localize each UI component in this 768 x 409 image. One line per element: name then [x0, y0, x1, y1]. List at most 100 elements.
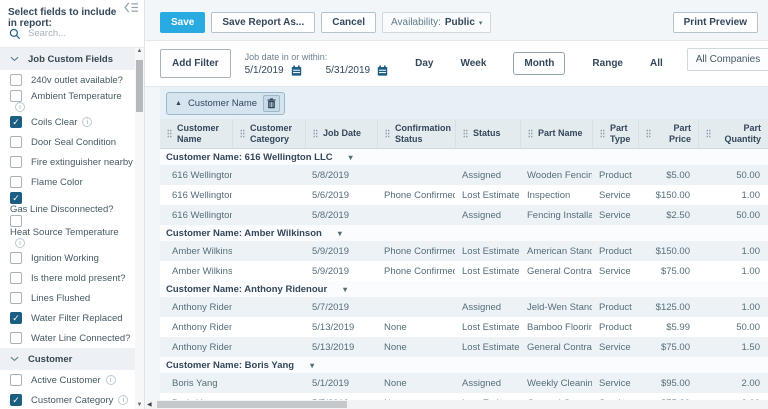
report-fields-sidebar: Select fields to include in report: Job …	[0, 0, 145, 409]
drag-handle-icon[interactable]	[313, 129, 318, 138]
sidebar-scrollbar[interactable]: ▲ ▼	[135, 48, 144, 409]
drag-handle-icon[interactable]	[600, 129, 605, 138]
group-header[interactable]: Customer Name: Amber Wilkinson ▾	[160, 225, 768, 241]
column-header-part-type[interactable]: Part Type	[592, 119, 638, 148]
checkbox-lines-flushed[interactable]	[10, 292, 22, 304]
section-header-customer[interactable]: Customer	[0, 348, 135, 370]
field-item-customer-category[interactable]: ✓ Customer Category i	[0, 390, 135, 409]
scroll-left-icon[interactable]: ◀	[145, 401, 154, 408]
column-header-confirmation-status[interactable]: Confirmation Status	[377, 119, 455, 148]
field-item-lines-flushed[interactable]: Lines Flushed	[0, 288, 135, 308]
checkbox-gas-line-disconnected[interactable]: ✓	[10, 192, 22, 204]
save-button[interactable]: Save	[160, 12, 206, 33]
drag-handle-icon[interactable]	[646, 129, 651, 138]
checkbox-is-there-mold-present[interactable]	[10, 272, 22, 284]
column-header-part-name[interactable]: Part Name	[520, 119, 592, 148]
checkbox-flame-color[interactable]	[10, 176, 22, 188]
drag-handle-icon[interactable]	[463, 129, 468, 138]
field-item-ignition-working[interactable]: Ignition Working	[0, 248, 135, 268]
table-row[interactable]: 616 Wellington LLC 5/8/2019 Assigned Wooden…	[160, 165, 768, 185]
chevron-down-icon[interactable]: ▾	[343, 285, 347, 294]
column-header-part-price[interactable]: Part Price	[638, 119, 698, 148]
field-item-ambient-temperature[interactable]: Ambient Temperature i	[0, 90, 135, 112]
availability-dropdown[interactable]: Availability: Public ▾	[382, 12, 492, 33]
checkbox-customer-category[interactable]: ✓	[10, 394, 22, 406]
table-row[interactable]: Amber Wilkinson 5/9/2019 Phone Confirmed Lo…	[160, 241, 768, 261]
table-row[interactable]: 616 Wellington LLC 5/8/2019 Assigned Fencin…	[160, 205, 768, 225]
range-month[interactable]: Month	[513, 52, 566, 75]
field-item-door-seal-condition[interactable]: Door Seal Condition	[0, 132, 135, 152]
checkbox-coils-clear[interactable]: ✓	[10, 116, 22, 128]
table-row[interactable]: Anthony Ridenour 5/13/2019 None Lost Estima…	[160, 337, 768, 357]
range-all[interactable]: All	[650, 58, 663, 69]
column-header-customer-category[interactable]: Customer Category	[232, 119, 305, 148]
checkbox-fire-extinguisher-nearby[interactable]	[10, 156, 22, 168]
field-item-active-customer[interactable]: Active Customer i	[0, 370, 135, 390]
field-item-coils-clear[interactable]: ✓ Coils Clear i	[0, 112, 135, 132]
field-item-water-filter-replaced[interactable]: ✓ Water Filter Replaced	[0, 308, 135, 328]
chevron-down-icon[interactable]: ▾	[338, 229, 342, 238]
cancel-button[interactable]: Cancel	[321, 12, 377, 33]
drag-handle-icon[interactable]	[528, 129, 533, 138]
field-item-fire-extinguisher-nearby[interactable]: Fire extinguisher nearby	[0, 152, 135, 172]
checkbox-water-filter-replaced[interactable]: ✓	[10, 312, 22, 324]
field-item-flame-color[interactable]: Flame Color	[0, 172, 135, 192]
field-item-is-there-mold-present[interactable]: Is there mold present?	[0, 268, 135, 288]
remove-group-button[interactable]	[263, 94, 281, 112]
field-item-water-line-connected[interactable]: Water Line Connected?	[0, 328, 135, 348]
checkbox-heat-source-temperature[interactable]	[10, 215, 22, 227]
chevron-down-icon[interactable]: ▾	[349, 153, 353, 162]
group-header[interactable]: Customer Name: 616 Wellington LLC ▾	[160, 149, 768, 165]
scrollbar-thumb[interactable]	[156, 401, 347, 408]
column-header-job-date[interactable]: Job Date	[305, 119, 377, 148]
drag-handle-icon[interactable]	[167, 129, 172, 138]
column-header-part-quantity[interactable]: Part Quantity	[698, 119, 768, 148]
column-label: Customer Name	[177, 123, 220, 144]
collapse-sidebar-icon[interactable]	[124, 2, 139, 13]
date-to-input[interactable]: 5/31/2019	[326, 65, 371, 76]
group-header[interactable]: Customer Name: Anthony Ridenour ▾	[160, 281, 768, 297]
checkbox-active-customer[interactable]	[10, 374, 22, 386]
table-row[interactable]: Anthony Ridenour 5/7/2019 Assigned Jeld-Wen…	[160, 297, 768, 317]
range-week[interactable]: Week	[460, 58, 486, 69]
column-header-status[interactable]: Status	[455, 119, 520, 148]
drag-handle-icon[interactable]	[706, 129, 711, 138]
field-item-gas-line-disconnected[interactable]: ✓ Gas Line Disconnected?	[0, 192, 135, 215]
group-header[interactable]: Customer Name: Boris Yang ▾	[160, 357, 768, 373]
checkbox-door-seal-condition[interactable]	[10, 136, 22, 148]
field-label: Fire extinguisher nearby	[31, 156, 133, 168]
table-row[interactable]: 616 Wellington LLC 5/6/2019 Phone Confirme…	[160, 185, 768, 205]
group-by-chip-customer-name[interactable]: ▲ Customer Name	[166, 91, 286, 115]
checkbox-ambient-temperature[interactable]	[10, 90, 22, 102]
field-label: Lines Flushed	[31, 292, 91, 304]
date-from-input[interactable]: 5/1/2019	[245, 65, 284, 76]
range-range[interactable]: Range	[592, 58, 623, 69]
checkbox-water-line-connected[interactable]	[10, 332, 22, 344]
field-item-240v-outlet-available[interactable]: 240v outlet available?	[0, 70, 135, 90]
field-item-heat-source-temperature[interactable]: Heat Source Temperature i	[0, 215, 135, 248]
checkbox-ignition-working[interactable]	[10, 252, 22, 264]
scrollbar-thumb[interactable]	[136, 60, 143, 112]
table-row[interactable]: Amber Wilkinson 5/9/2019 Phone Confirmed Lo…	[160, 261, 768, 281]
company-filter-dropdown[interactable]: All Companies ▾	[686, 48, 768, 71]
checkbox-240v-outlet-available[interactable]	[10, 74, 22, 86]
scroll-down-icon[interactable]: ▼	[135, 402, 144, 408]
scroll-up-icon[interactable]: ▲	[135, 48, 144, 54]
table-row[interactable]: Anthony Ridenour 5/13/2019 None Lost Estima…	[160, 317, 768, 337]
column-header-customer-name[interactable]: Customer Name	[160, 119, 232, 148]
horizontal-scrollbar[interactable]: ◀	[145, 400, 768, 409]
chevron-down-icon[interactable]: ▾	[310, 361, 314, 370]
section-label: Job Custom Fields	[28, 53, 113, 65]
add-filter-button[interactable]: Add Filter	[160, 49, 231, 78]
table-row[interactable]: Boris Yang 5/1/2019 None Assigned Weekly Cle…	[160, 373, 768, 393]
drag-handle-icon[interactable]	[240, 129, 245, 138]
sort-asc-icon[interactable]: ▲	[175, 100, 182, 107]
range-day[interactable]: Day	[415, 58, 433, 69]
calendar-icon[interactable]	[291, 64, 302, 76]
search-input[interactable]	[28, 28, 123, 39]
calendar-icon[interactable]	[377, 64, 388, 76]
drag-handle-icon[interactable]	[385, 129, 390, 138]
section-header-job-custom-fields[interactable]: Job Custom Fields	[0, 48, 135, 70]
save-report-as-button[interactable]: Save Report As...	[211, 12, 316, 33]
print-preview-button[interactable]: Print Preview	[672, 12, 758, 33]
